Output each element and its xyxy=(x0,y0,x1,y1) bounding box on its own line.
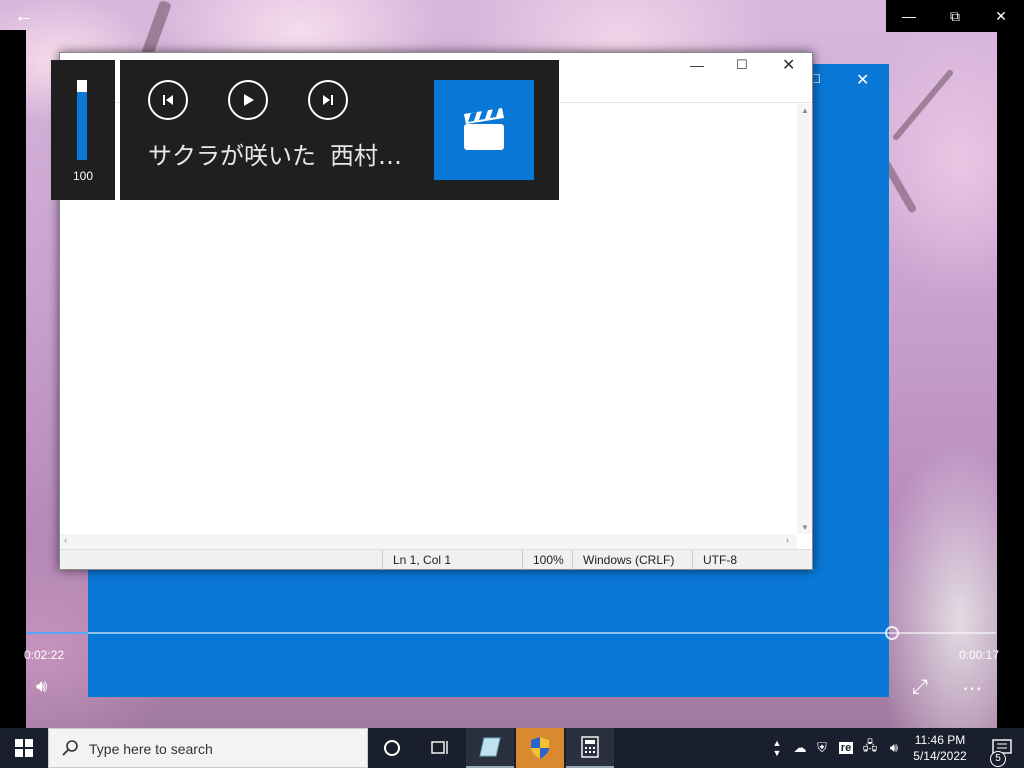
close-icon[interactable]: ✕ xyxy=(856,70,869,90)
seek-bar-played xyxy=(26,632,88,634)
scroll-up-icon[interactable]: ▲ xyxy=(801,106,809,115)
re-icon: re xyxy=(838,742,854,754)
time-remaining: 0:00:17 xyxy=(958,648,999,662)
status-line-ending: Windows (CRLF) xyxy=(572,550,692,570)
tray-overflow[interactable]: ▲ ▼ xyxy=(768,728,786,768)
more-options-icon[interactable]: ⋯ xyxy=(962,676,988,702)
status-zoom: 100% xyxy=(522,550,572,570)
minimize-icon[interactable]: — xyxy=(690,57,710,73)
previous-track-button[interactable] xyxy=(148,80,188,120)
horizontal-scrollbar[interactable]: ‹ › xyxy=(60,534,797,549)
clock-date: 5/14/2022 xyxy=(913,749,967,763)
search-icon xyxy=(62,740,78,756)
security-tray-icon[interactable]: ⛨ xyxy=(812,728,832,768)
cortana-icon xyxy=(384,740,400,756)
volume-icon[interactable]: 🔊︎ xyxy=(36,676,62,702)
close-button[interactable]: ✕ xyxy=(978,0,1024,32)
time-elapsed: 0:02:22 xyxy=(24,648,65,662)
notepad-app-icon xyxy=(479,737,501,757)
track-title: サクラが咲いた xyxy=(148,142,316,170)
taskbar: Type here to search ▲ ▼ ☁ ⛨ re 🖧︎ 🔊︎ 11:… xyxy=(0,728,1024,768)
cortana-button[interactable] xyxy=(368,728,416,768)
speaker-icon[interactable]: 🔊︎ xyxy=(884,728,904,768)
desktop: ← — ⧉ ✕ ☐ ✕ — ☐ ✕ ▲ ▼ ‹ › Ln 1, Col 1 10… xyxy=(0,0,1024,728)
album-thumbnail xyxy=(434,80,534,180)
scroll-down-icon[interactable]: ▼ xyxy=(801,523,809,532)
notification-badge: 5 xyxy=(990,748,1006,767)
chevron-up-icon: ▲ xyxy=(772,738,782,748)
system-clock[interactable]: 11:46 PM 5/14/2022 xyxy=(908,732,972,764)
volume-overlay: 100 xyxy=(51,60,115,200)
maximize-icon[interactable]: ☐ xyxy=(736,57,756,73)
fullscreen-icon[interactable]: ⤢ xyxy=(912,676,938,702)
task-view-icon xyxy=(431,741,448,754)
minimize-button[interactable]: — xyxy=(886,0,932,32)
next-icon xyxy=(323,95,333,105)
close-icon[interactable]: ✕ xyxy=(782,55,802,75)
chevron-down-icon: ▼ xyxy=(772,748,782,758)
calculator-icon xyxy=(581,736,599,758)
scroll-left-icon[interactable]: ‹ xyxy=(64,535,67,546)
movies-window-controls: — ⧉ ✕ xyxy=(886,0,1024,32)
volume-bar-fill xyxy=(77,92,87,160)
notepad-statusbar: Ln 1, Col 1 100% Windows (CRLF) UTF-8 xyxy=(60,549,812,570)
track-artist: 西村… xyxy=(330,142,402,170)
reader-tray-icon[interactable]: re xyxy=(836,728,856,768)
next-track-button[interactable] xyxy=(308,80,348,120)
seek-bar[interactable] xyxy=(26,632,996,634)
status-encoding: UTF-8 xyxy=(692,550,812,570)
scroll-right-icon[interactable]: › xyxy=(786,535,789,546)
play-button[interactable] xyxy=(228,80,268,120)
previous-icon xyxy=(163,95,173,105)
taskbar-app-notepad[interactable] xyxy=(466,728,514,768)
back-arrow-icon[interactable]: ← xyxy=(8,2,40,30)
search-placeholder: Type here to search xyxy=(89,741,213,757)
taskbar-search[interactable]: Type here to search xyxy=(48,728,368,768)
play-icon xyxy=(244,94,254,106)
network-icon[interactable]: 🖧︎ xyxy=(860,728,880,768)
status-position: Ln 1, Col 1 xyxy=(382,550,522,570)
seek-thumb[interactable] xyxy=(885,626,899,640)
taskbar-app-security[interactable] xyxy=(516,728,564,768)
windows-logo-icon xyxy=(15,739,33,757)
volume-value: 100 xyxy=(72,169,94,183)
task-view-button[interactable] xyxy=(416,728,464,768)
start-button[interactable] xyxy=(0,728,48,768)
restore-button[interactable]: ⧉ xyxy=(932,0,978,32)
media-controls-overlay: サクラが咲いた 西村… xyxy=(120,60,559,200)
clapperboard-icon xyxy=(464,108,504,150)
onedrive-icon[interactable]: ☁ xyxy=(790,728,810,768)
letterbox-right xyxy=(997,30,1024,728)
vertical-scrollbar[interactable]: ▲ ▼ xyxy=(797,104,812,534)
clock-time: 11:46 PM xyxy=(914,733,966,747)
letterbox-left xyxy=(0,30,26,728)
taskbar-app-calculator[interactable] xyxy=(566,728,614,768)
shield-icon xyxy=(531,737,549,759)
notification-count: 5 xyxy=(990,751,1006,767)
